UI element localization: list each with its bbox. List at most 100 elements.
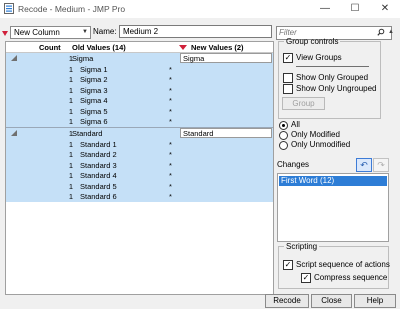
count-cell: 1: [68, 106, 73, 116]
count-cell: 1: [68, 139, 73, 149]
table-row[interactable]: 1 Sigma 5 *: [6, 106, 273, 117]
group-collapse-icon[interactable]: [10, 129, 18, 137]
group-collapse-icon[interactable]: [10, 54, 18, 62]
radio-only-unmodified[interactable]: [279, 141, 288, 150]
count-cell: 1: [68, 171, 73, 180]
modified-marker: *: [169, 96, 172, 105]
view-groups-label: View Groups: [296, 53, 342, 62]
old-value-cell: Standard: [72, 129, 103, 138]
recode-button[interactable]: Recode: [265, 294, 309, 308]
modified-marker: *: [169, 181, 172, 191]
recode-grid: Count Old Values (14) New Values (2) 1 S…: [5, 41, 274, 295]
recode-window: Recode - Medium - JMP Pro — ☐ ✕ New Colu…: [0, 0, 400, 309]
old-value-cell: Standard 5: [80, 181, 117, 191]
window-title: Recode - Medium - JMP Pro: [18, 4, 126, 14]
script-sequence-label: Script sequence of actions: [296, 260, 390, 269]
minimize-button[interactable]: —: [310, 0, 340, 18]
group-controls-legend: Group controls: [286, 37, 339, 46]
table-row[interactable]: 1 Standard Standard: [6, 128, 273, 139]
old-values-column-header[interactable]: Old Values (14): [72, 43, 126, 52]
help-button[interactable]: Help: [354, 294, 396, 308]
undo-icon[interactable]: ↶: [356, 158, 372, 172]
new-values-column-header[interactable]: New Values (2): [191, 43, 244, 52]
modified-marker: *: [169, 171, 172, 180]
new-values-menu-icon[interactable]: [179, 44, 187, 51]
count-cell: 1: [68, 150, 73, 159]
modified-marker: *: [169, 139, 172, 149]
radio-only-modified-label: Only Modified: [291, 130, 340, 139]
old-value-cell: Standard 2: [80, 150, 117, 159]
red-triangle-menu-icon[interactable]: [2, 29, 8, 39]
count-column-header[interactable]: Count: [39, 43, 61, 52]
scripting-legend: Scripting: [286, 242, 318, 251]
old-value-cell: Sigma 1: [80, 64, 108, 74]
table-row[interactable]: 1 Standard 3 *: [6, 160, 273, 171]
recode-app-icon: [4, 3, 14, 14]
value-group-sigma: 1 Sigma Sigma 1 Sigma 1 * 1 Sigma 2 * 1 …: [6, 53, 273, 127]
radio-all-label: All: [291, 120, 300, 129]
count-cell: 1: [68, 64, 73, 74]
view-groups-checkbox[interactable]: ✓: [283, 53, 293, 63]
changes-label: Changes: [277, 160, 310, 169]
modified-marker: *: [169, 85, 172, 95]
modified-marker: *: [169, 150, 172, 159]
group-button[interactable]: Group: [282, 97, 325, 110]
table-row[interactable]: 1 Sigma 6 *: [6, 116, 273, 127]
new-column-dropdown[interactable]: New Column ▼: [10, 26, 91, 39]
column-name-input[interactable]: Medium 2: [119, 25, 272, 38]
script-sequence-checkbox[interactable]: ✓: [283, 260, 293, 270]
modified-marker: *: [169, 75, 172, 84]
old-value-cell: Standard 6: [80, 192, 117, 201]
count-cell: 1: [68, 181, 73, 191]
value-group-standard: 1 Standard Standard 1 Standard 1 * 1 Sta…: [6, 128, 273, 202]
old-value-cell: Sigma 6: [80, 117, 108, 126]
table-row[interactable]: 1 Standard 4 *: [6, 170, 273, 181]
table-row[interactable]: 1 Standard 2 *: [6, 149, 273, 160]
old-value-cell: Sigma 2: [80, 75, 108, 84]
old-value-cell: Standard 1: [80, 139, 117, 149]
table-row[interactable]: 1 Standard 5 *: [6, 181, 273, 192]
redo-icon[interactable]: ↷: [373, 158, 389, 172]
count-cell: 1: [68, 117, 73, 126]
radio-all[interactable]: [279, 121, 288, 130]
old-value-cell: Sigma 5: [80, 106, 108, 116]
maximize-button[interactable]: ☐: [340, 0, 370, 18]
radio-only-unmodified-label: Only Unmodified: [291, 140, 351, 149]
modified-marker: *: [169, 192, 172, 201]
title-bar: Recode - Medium - JMP Pro — ☐ ✕: [0, 0, 400, 18]
show-only-grouped-checkbox[interactable]: [283, 73, 293, 83]
radio-only-modified[interactable]: [279, 131, 288, 140]
table-row[interactable]: 1 Sigma 4 *: [6, 95, 273, 106]
new-column-option: New Column: [14, 28, 60, 37]
search-icon[interactable]: [377, 28, 385, 36]
table-row[interactable]: 1 Sigma Sigma: [6, 53, 273, 64]
count-cell: 1: [68, 75, 73, 84]
old-value-cell: Sigma 3: [80, 85, 108, 95]
divider: [296, 66, 369, 67]
count-cell: 1: [68, 96, 73, 105]
modified-marker: *: [169, 160, 172, 170]
old-value-cell: Sigma: [72, 54, 94, 63]
old-value-cell: Standard 3: [80, 160, 117, 170]
chevron-down-icon: ▼: [82, 29, 88, 35]
new-value-input[interactable]: Sigma: [180, 53, 272, 63]
list-item[interactable]: First Word (12): [279, 176, 387, 186]
old-value-cell: Standard 4: [80, 171, 117, 180]
compress-sequence-checkbox[interactable]: ✓: [301, 273, 311, 283]
new-value-input[interactable]: Standard: [180, 128, 272, 138]
show-only-ungrouped-checkbox[interactable]: [283, 84, 293, 94]
close-button[interactable]: Close: [311, 294, 352, 308]
modified-marker: *: [169, 106, 172, 116]
table-row[interactable]: 1 Sigma 3 *: [6, 85, 273, 96]
scroll-up-icon[interactable]: ▲: [388, 29, 396, 35]
table-row[interactable]: 1 Standard 1 *: [6, 139, 273, 150]
count-cell: 1: [68, 85, 73, 95]
table-row[interactable]: 1 Sigma 2 *: [6, 74, 273, 85]
close-window-button[interactable]: ✕: [370, 0, 400, 18]
old-value-cell: Sigma 4: [80, 96, 108, 105]
name-label: Name:: [93, 27, 117, 36]
table-row[interactable]: 1 Sigma 1 *: [6, 64, 273, 75]
table-row[interactable]: 1 Standard 6 *: [6, 191, 273, 202]
count-cell: 1: [68, 129, 73, 138]
modified-marker: *: [169, 64, 172, 74]
